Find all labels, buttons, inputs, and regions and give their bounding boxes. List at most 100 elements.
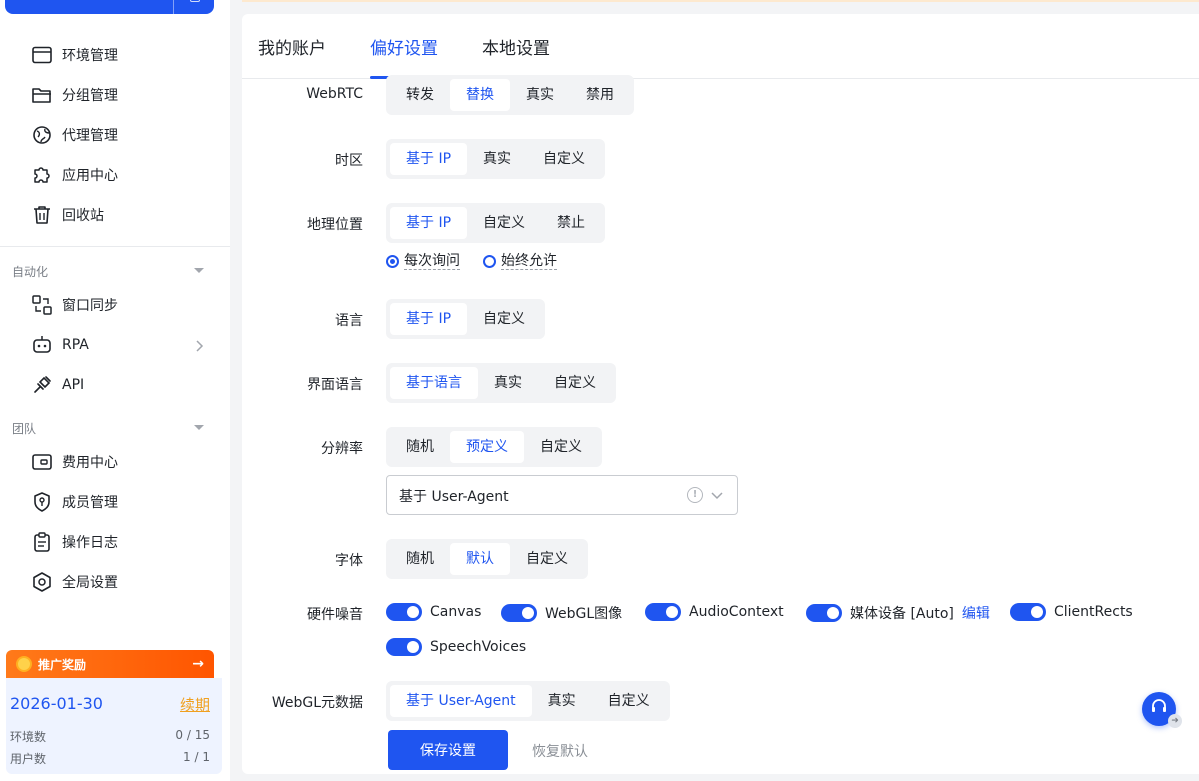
clipboard-icon — [32, 532, 52, 552]
option-webgl-ua[interactable]: 基于 User-Agent — [390, 685, 532, 717]
reset-default-button[interactable]: 恢复默认 — [532, 741, 588, 761]
toggle-switch[interactable] — [501, 604, 537, 622]
option-timezone-custom[interactable]: 自定义 — [527, 143, 601, 175]
nav-item-environments[interactable]: 环境管理 — [0, 35, 230, 75]
option-geo-block[interactable]: 禁止 — [541, 207, 601, 239]
option-webrtc-real[interactable]: 真实 — [510, 79, 570, 111]
radio-dot[interactable] — [483, 255, 496, 268]
toggle-label: WebGL图像 — [545, 606, 623, 622]
nav-item-operation-log[interactable]: 操作日志 — [0, 522, 230, 562]
option-fonts-custom[interactable]: 自定义 — [510, 543, 584, 575]
option-webrtc-disable[interactable]: 禁用 — [570, 79, 630, 111]
option-geo-custom[interactable]: 自定义 — [467, 207, 541, 239]
dropdown-icon[interactable] — [190, 0, 200, 2]
nav-label: 费用中心 — [62, 455, 118, 471]
new-environment-button[interactable] — [5, 0, 214, 14]
nav-item-app-center[interactable]: 应用中心 — [0, 155, 230, 195]
nav-item-rpa[interactable]: RPA — [0, 325, 230, 365]
tab-my-account[interactable]: 我的账户 — [258, 34, 326, 59]
toggle-label: AudioContext — [689, 604, 784, 620]
customer-support-button[interactable]: ➜ — [1142, 692, 1182, 728]
radio-geo-ask[interactable]: 每次询问 — [386, 253, 460, 270]
option-webgl-real[interactable]: 真实 — [532, 685, 592, 717]
user-count-label: 用户数 — [10, 752, 47, 766]
section-title-team: 团队 — [12, 422, 37, 436]
renew-link[interactable]: 续期 — [180, 694, 210, 715]
nav-item-groups[interactable]: 分组管理 — [0, 75, 230, 115]
nav-item-api[interactable]: API — [0, 365, 230, 405]
option-fonts-random[interactable]: 随机 — [390, 543, 450, 575]
nav-label: 回收站 — [62, 208, 104, 224]
toggle-clientrects[interactable]: ClientRects — [1010, 603, 1133, 621]
wallet-icon — [32, 452, 52, 472]
label-webrtc: WebRTC — [306, 86, 363, 102]
info-icon[interactable]: ! — [687, 487, 703, 503]
label-fonts: 字体 — [335, 553, 363, 569]
option-webrtc-forward[interactable]: 转发 — [390, 79, 450, 111]
option-resolution-predefined[interactable]: 预定义 — [450, 431, 524, 463]
expiry-date: 2026-01-30 — [10, 694, 103, 713]
option-ui-language-real[interactable]: 真实 — [478, 367, 538, 399]
option-timezone-real[interactable]: 真实 — [467, 143, 527, 175]
nav-label: RPA — [62, 337, 89, 353]
option-webgl-custom[interactable]: 自定义 — [592, 685, 666, 717]
toggle-audiocontext[interactable]: AudioContext — [645, 603, 784, 621]
promo-banner[interactable]: 推广奖励 → — [6, 650, 214, 678]
nav-item-members[interactable]: 成员管理 — [0, 482, 230, 522]
option-geo-ip[interactable]: 基于 IP — [390, 207, 468, 239]
notice-strip — [242, 0, 1199, 2]
nav-item-billing[interactable]: 费用中心 — [0, 442, 230, 482]
option-timezone-ip[interactable]: 基于 IP — [390, 143, 468, 175]
browser-window-icon — [32, 45, 52, 65]
toggle-switch[interactable] — [806, 604, 842, 622]
collapse-caret-icon[interactable] — [194, 268, 204, 273]
toggle-webgl-image[interactable]: WebGL图像 — [501, 603, 622, 623]
nav-label: 应用中心 — [62, 168, 118, 184]
toggle-switch[interactable] — [386, 638, 422, 656]
toggle-switch[interactable] — [1010, 603, 1046, 621]
arrow-right-icon: ➜ — [1168, 714, 1182, 728]
nav-label: 窗口同步 — [62, 298, 118, 314]
option-ui-language-custom[interactable]: 自定义 — [538, 367, 612, 399]
label-webgl-metadata: WebGL元数据 — [271, 695, 363, 711]
toggle-speechvoices[interactable]: SpeechVoices — [386, 638, 526, 656]
tab-local-settings[interactable]: 本地设置 — [482, 34, 550, 59]
option-ui-language-based[interactable]: 基于语言 — [390, 367, 478, 399]
seg-timezone: 基于 IP 真实 自定义 — [386, 139, 606, 179]
sidebar: 环境管理 分组管理 代理管理 应用中心 回收站 自动化 窗口同步 RPA API… — [0, 0, 230, 781]
option-fonts-default[interactable]: 默认 — [450, 543, 510, 575]
toggle-label: 媒体设备 [Auto] — [850, 606, 954, 622]
label-geolocation: 地理位置 — [307, 217, 363, 233]
save-settings-button[interactable]: 保存设置 — [388, 730, 508, 770]
radio-dot[interactable] — [386, 255, 399, 268]
option-language-ip[interactable]: 基于 IP — [390, 303, 468, 335]
seg-ui-language: 基于语言 真实 自定义 — [386, 363, 616, 403]
toggle-media-devices[interactable]: 媒体设备 [Auto] 编辑 — [806, 603, 990, 623]
radio-label: 始终允许 — [501, 253, 557, 270]
nav-label: 分组管理 — [62, 88, 118, 104]
label-language: 语言 — [335, 313, 363, 329]
toggle-switch[interactable] — [386, 603, 422, 621]
chevron-down-icon — [711, 488, 723, 504]
toggle-label: Canvas — [430, 604, 482, 620]
chevron-right-icon — [194, 340, 204, 352]
toggle-switch[interactable] — [645, 603, 681, 621]
option-language-custom[interactable]: 自定义 — [467, 303, 541, 335]
nav-item-window-sync[interactable]: 窗口同步 — [0, 285, 230, 325]
plan-card: 2026-01-30 续期 环境数 0 / 15 用户数 1 / 1 — [6, 678, 222, 774]
option-resolution-random[interactable]: 随机 — [390, 431, 450, 463]
option-webrtc-replace[interactable]: 替换 — [450, 79, 510, 111]
seg-language: 基于 IP 自定义 — [386, 299, 546, 339]
nav-item-proxies[interactable]: 代理管理 — [0, 115, 230, 155]
option-resolution-custom[interactable]: 自定义 — [524, 431, 598, 463]
edit-media-devices-link[interactable]: 编辑 — [962, 603, 990, 623]
nav-label: 代理管理 — [62, 128, 118, 144]
tab-preferences[interactable]: 偏好设置 — [370, 34, 438, 59]
toggle-canvas[interactable]: Canvas — [386, 603, 481, 621]
plug-icon — [32, 375, 52, 395]
nav-item-global-settings[interactable]: 全局设置 — [0, 562, 230, 602]
nav-item-recycle-bin[interactable]: 回收站 — [0, 195, 230, 235]
collapse-caret-icon[interactable] — [194, 425, 204, 430]
resolution-select[interactable]: 基于 User-Agent ! — [386, 475, 738, 515]
radio-geo-allow[interactable]: 始终允许 — [483, 253, 557, 270]
